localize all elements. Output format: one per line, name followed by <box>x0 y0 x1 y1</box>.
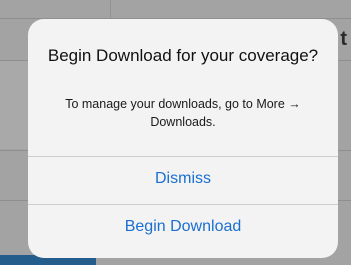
begin-download-button[interactable]: Begin Download <box>28 205 338 249</box>
background-divider <box>110 0 111 18</box>
background-cell <box>0 61 28 149</box>
download-alert-dialog: Begin Download for your coverage? To man… <box>28 19 338 258</box>
background-text-fragment: t <box>340 28 347 50</box>
dismiss-button[interactable]: Dismiss <box>28 157 338 201</box>
alert-title: Begin Download for your coverage? <box>47 46 319 65</box>
screen: t Begin Download for your coverage? To m… <box>0 0 351 265</box>
alert-message: To manage your downloads, go to More → D… <box>65 97 301 129</box>
